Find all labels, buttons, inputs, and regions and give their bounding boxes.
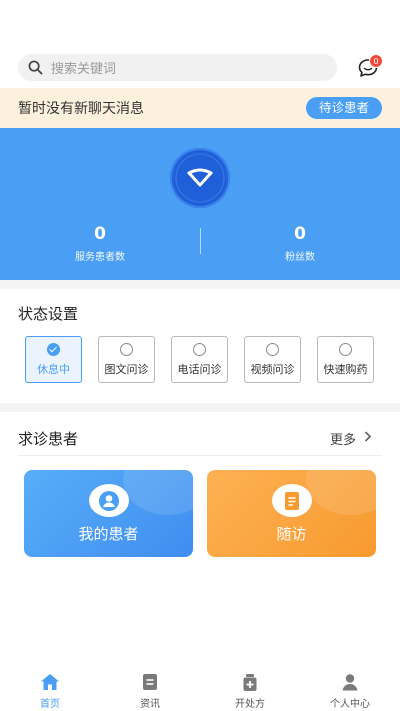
app-logo-icon bbox=[170, 148, 230, 208]
pending-patients-button[interactable]: 待诊患者 bbox=[305, 97, 382, 119]
checked-radio-icon bbox=[47, 342, 60, 356]
patients-section-title: 求诊患者 bbox=[18, 430, 79, 448]
radio-icon bbox=[120, 342, 133, 356]
tab-prescription[interactable]: 开处方 bbox=[200, 665, 300, 711]
stat-served-patients: 0 服务患者数 bbox=[0, 224, 200, 263]
news-icon bbox=[140, 672, 160, 692]
search-input[interactable]: 搜索关键词 bbox=[18, 54, 337, 81]
card-label: 我的患者 bbox=[78, 525, 139, 543]
tab-label: 首页 bbox=[40, 699, 60, 710]
follow-up-card[interactable]: 随访 bbox=[207, 470, 376, 557]
tab-label: 个人中心 bbox=[330, 699, 370, 710]
card-decoration bbox=[123, 470, 193, 515]
more-link[interactable]: 更多 bbox=[330, 429, 372, 448]
my-patients-card[interactable]: 我的患者 bbox=[24, 470, 193, 557]
more-label: 更多 bbox=[330, 433, 357, 448]
status-option-label: 快速购药 bbox=[323, 362, 368, 376]
prescription-icon bbox=[240, 672, 260, 692]
tab-news[interactable]: 资讯 bbox=[100, 665, 200, 711]
chevron-right-icon bbox=[364, 431, 372, 446]
stat-label: 粉丝数 bbox=[285, 252, 315, 263]
status-option-quick-medicine[interactable]: 快速购药 bbox=[317, 336, 374, 383]
status-option-label: 图文问诊 bbox=[104, 362, 149, 376]
message-count-badge: 0 bbox=[369, 54, 383, 68]
status-option-text-consult[interactable]: 图文问诊 bbox=[98, 336, 155, 383]
divider bbox=[18, 455, 382, 456]
search-icon bbox=[28, 60, 43, 75]
person-icon bbox=[340, 672, 360, 692]
radio-icon bbox=[193, 342, 206, 356]
section-gap bbox=[0, 403, 400, 412]
stat-fans: 0 粉丝数 bbox=[200, 224, 400, 263]
doctor-stats-panel: 0 服务患者数 0 粉丝数 bbox=[0, 128, 400, 280]
tab-label: 资讯 bbox=[140, 699, 160, 710]
status-options: 休息中 图文问诊 电话问诊 视频问诊 快速购药 bbox=[25, 336, 374, 383]
card-decoration bbox=[306, 470, 376, 515]
bottom-tab-bar: 首页 资讯 开处方 个人中心 bbox=[0, 665, 400, 711]
status-option-label: 电话问诊 bbox=[177, 362, 222, 376]
search-placeholder: 搜索关键词 bbox=[51, 62, 117, 77]
status-option-phone-consult[interactable]: 电话问诊 bbox=[171, 336, 228, 383]
tab-label: 开处方 bbox=[235, 699, 265, 710]
radio-icon bbox=[339, 342, 352, 356]
status-settings-title: 状态设置 bbox=[18, 305, 79, 323]
status-option-label: 视频问诊 bbox=[250, 362, 295, 376]
status-option-resting[interactable]: 休息中 bbox=[25, 336, 82, 383]
stat-label: 服务患者数 bbox=[75, 252, 125, 263]
tab-profile[interactable]: 个人中心 bbox=[300, 665, 400, 711]
tab-home[interactable]: 首页 bbox=[0, 665, 100, 711]
stat-value: 0 bbox=[294, 224, 306, 244]
stat-value: 0 bbox=[94, 224, 106, 244]
status-option-video-consult[interactable]: 视频问诊 bbox=[244, 336, 301, 383]
section-gap bbox=[0, 280, 400, 289]
card-label: 随访 bbox=[276, 525, 307, 543]
document-icon bbox=[272, 484, 312, 517]
radio-icon bbox=[266, 342, 279, 356]
status-option-label: 休息中 bbox=[37, 362, 70, 376]
notice-text: 暂时没有新聊天消息 bbox=[18, 101, 144, 117]
user-icon bbox=[89, 484, 129, 517]
home-icon bbox=[40, 672, 60, 692]
chat-notice-banner: 暂时没有新聊天消息 待诊患者 bbox=[0, 88, 400, 128]
